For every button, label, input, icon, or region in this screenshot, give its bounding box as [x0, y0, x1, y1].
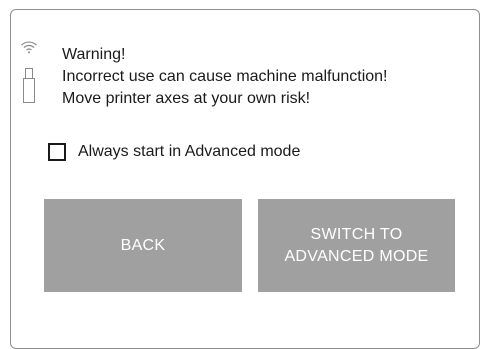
always-advanced-label[interactable]: Always start in Advanced mode: [78, 141, 300, 163]
wifi-icon: [21, 41, 37, 54]
warning-line-malfunction: Incorrect use can cause machine malfunct…: [62, 68, 388, 85]
warning-title: Warning!: [62, 46, 126, 63]
warning-line-risk: Move printer axes at your own risk!: [62, 90, 311, 107]
warning-message: Warning! Incorrect use can cause machine…: [62, 44, 388, 110]
switch-to-advanced-mode-button[interactable]: SWITCH TO ADVANCED MODE: [258, 199, 455, 292]
always-advanced-checkbox[interactable]: [48, 143, 66, 161]
back-button-label: BACK: [120, 236, 166, 254]
always-advanced-checkbox-row[interactable]: Always start in Advanced mode: [48, 141, 300, 163]
advanced-button-label-line2: ADVANCED MODE: [284, 247, 429, 265]
advanced-button-label-line1: SWITCH TO: [310, 225, 403, 243]
back-button[interactable]: BACK: [44, 199, 242, 292]
usb-drive-icon: [23, 68, 35, 103]
